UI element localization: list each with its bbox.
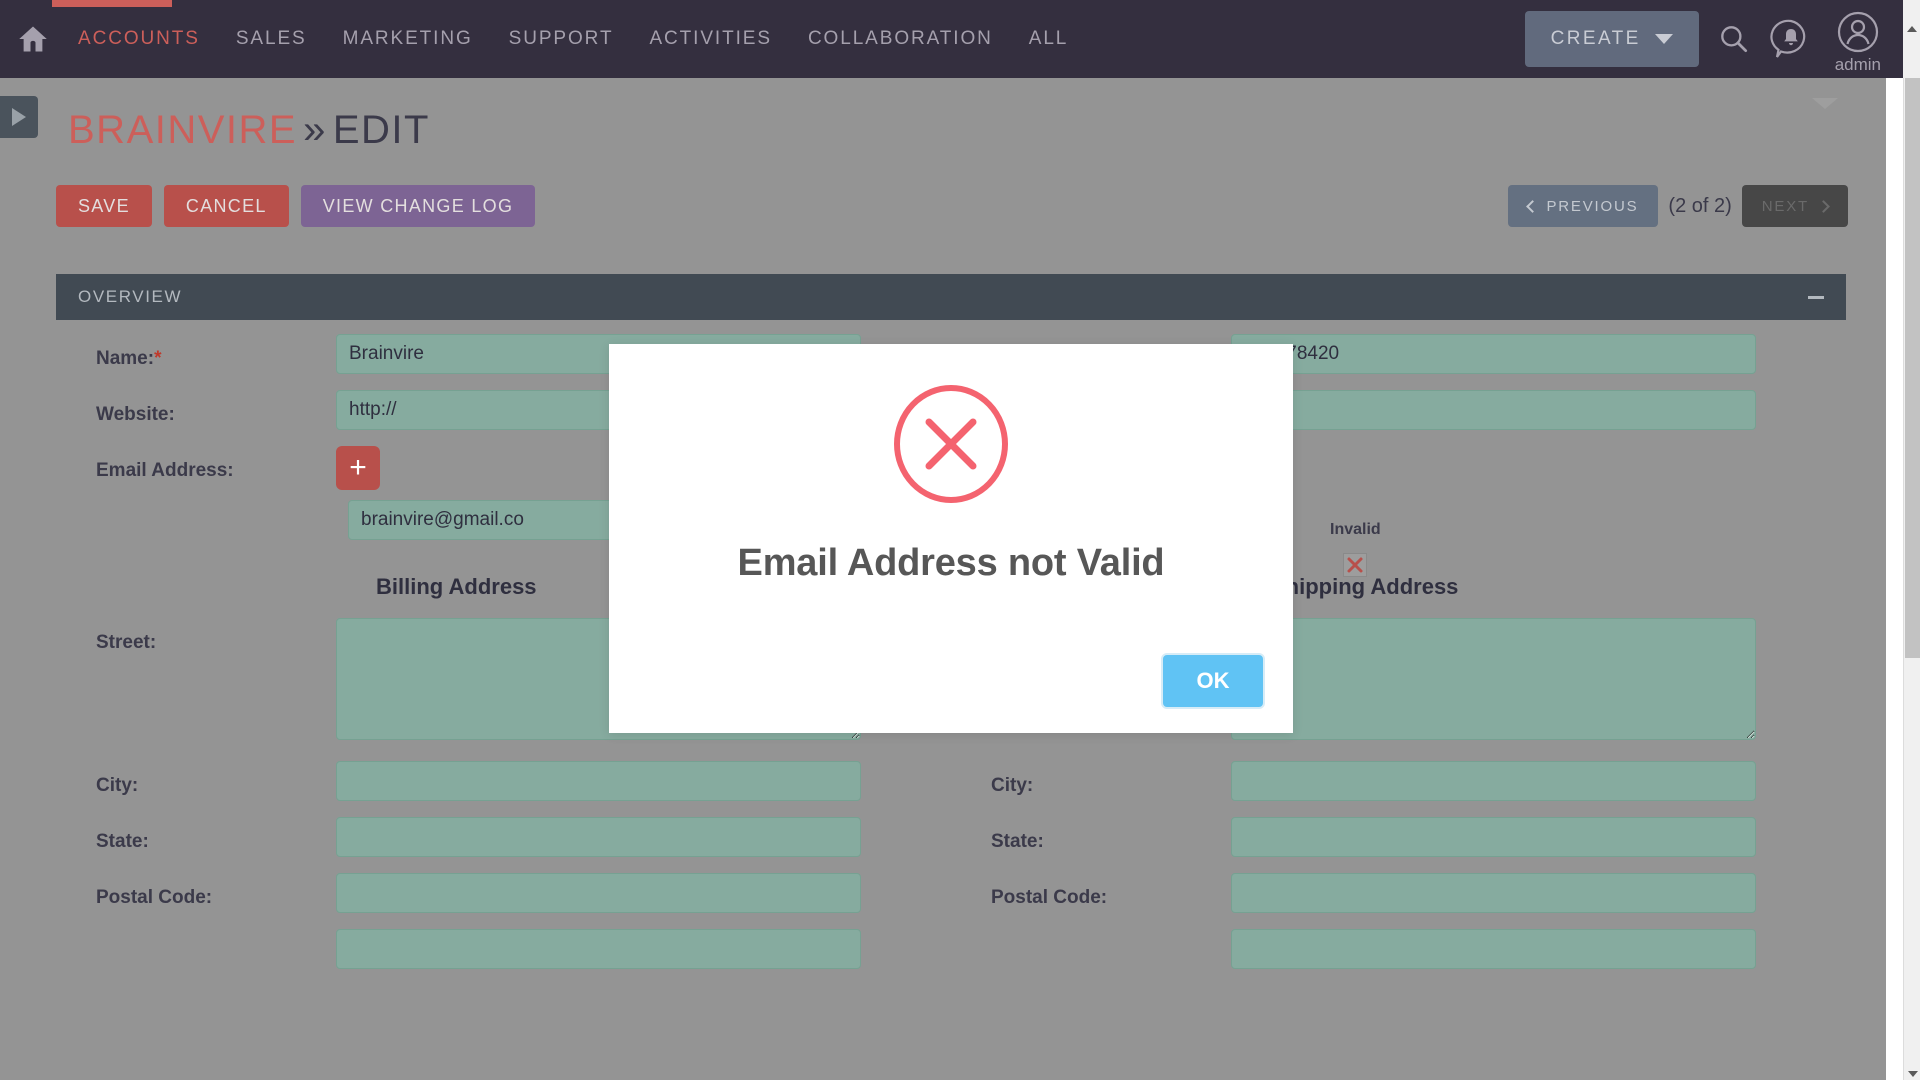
billing-street-label: Street: [96,632,157,653]
shipping-city-input[interactable] [1231,761,1756,801]
record-pager: PREVIOUS (2 of 2) NEXT [1507,185,1848,227]
email-invalid-indicator: Invalid [1330,521,1381,577]
notification-bell-icon[interactable] [1769,17,1813,61]
previous-label: PREVIOUS [1546,197,1639,215]
modal-title: Email Address not Valid [737,542,1165,584]
shipping-extra-label [951,929,1231,969]
ok-button[interactable]: OK [1161,653,1265,709]
navbar-right-cluster: CREATE admin [1524,0,1881,78]
breadcrumb: BRAINVIRE» EDIT [68,108,430,153]
page-title: OVERVIEW [78,287,183,306]
create-button[interactable]: CREATE [1524,11,1699,67]
red-x-icon[interactable] [1343,553,1368,577]
overview-panel: OVERVIEW [56,274,1846,320]
shipping-postal-label: Postal Code: [991,887,1108,908]
minus-icon[interactable] [1808,295,1824,299]
form-field-billing-postal: Postal Code: [56,873,951,913]
breadcrumb-separator: » [303,108,327,152]
form-field-shipping-state: State: [951,817,1846,857]
expand-sidebar-triangle-icon[interactable] [0,96,38,138]
scrollbar-thumb[interactable] [1905,78,1920,658]
chevron-left-icon [1525,199,1539,213]
form-field-billing-city: City: [56,761,951,801]
form-row-next-partial [56,929,1846,969]
nav-link-support[interactable]: SUPPORT [491,28,632,50]
phone-input[interactable] [1231,334,1756,374]
form-field-shipping-extra [951,929,1846,969]
form-row-city: City: City: [56,761,1846,801]
nav-link-sales[interactable]: SALES [218,28,325,50]
user-name-label: admin [1834,54,1881,74]
shipping-state-input[interactable] [1231,817,1756,857]
triangle-right-glyph [12,108,26,126]
add-email-button[interactable]: + [336,446,380,490]
modal-actions: OK [1161,653,1265,709]
shipping-postal-input[interactable] [1231,873,1756,913]
create-button-label: CREATE [1550,28,1641,49]
pager-count: (2 of 2) [1668,194,1732,217]
required-marker: * [154,348,162,369]
nav-links: ACCOUNTS SALES MARKETING SUPPORT ACTIVIT… [60,28,1086,50]
nav-link-accounts[interactable]: ACCOUNTS [60,28,218,50]
shipping-extra-input[interactable] [1231,929,1756,969]
top-navbar: ACCOUNTS SALES MARKETING SUPPORT ACTIVIT… [0,0,1903,78]
nav-link-all[interactable]: ALL [1011,28,1087,50]
home-icon[interactable] [12,24,54,54]
email-invalid-modal: Email Address not Valid OK [609,344,1293,733]
billing-extra-label [56,929,336,969]
view-change-log-button[interactable]: VIEW CHANGE LOG [300,185,536,227]
billing-city-input[interactable] [336,761,861,801]
avatar[interactable]: admin [1835,10,1881,75]
search-icon[interactable] [1717,22,1751,56]
website-right-input[interactable] [1231,390,1756,430]
form-field-billing-state: State: [56,817,951,857]
app-root: ACCOUNTS SALES MARKETING SUPPORT ACTIVIT… [0,0,1920,1080]
billing-state-input[interactable] [336,817,861,857]
chevron-right-icon [1817,199,1830,213]
action-button-group: SAVE CANCEL VIEW CHANGE LOG [56,185,536,227]
name-label: Name:* [56,334,336,374]
next-record-button[interactable]: NEXT [1741,185,1848,227]
chevron-up-icon [1907,26,1917,32]
breadcrumb-action: EDIT [332,108,430,152]
active-module-indicator [52,0,172,7]
name-label-text: Name: [96,348,155,369]
cancel-button[interactable]: CANCEL [163,185,289,227]
next-label: NEXT [1761,197,1809,215]
form-field-billing-extra [56,929,951,969]
nav-link-activities[interactable]: ACTIVITIES [631,28,789,50]
form-row-postal: Postal Code: Postal Code: [56,873,1846,913]
billing-extra-input[interactable] [336,929,861,969]
error-circle-x-icon [889,382,1013,506]
billing-postal-label: Postal Code: [96,887,213,908]
chevron-down-icon[interactable] [1908,1071,1918,1077]
nav-link-marketing[interactable]: MARKETING [325,28,491,50]
overview-panel-header[interactable]: OVERVIEW [56,274,1846,320]
user-avatar-icon [1837,11,1878,52]
form-row-state: State: State: [56,817,1846,857]
shipping-city-label: City: [991,775,1034,796]
breadcrumb-module[interactable]: BRAINVIRE [68,108,297,152]
save-button[interactable]: SAVE [56,185,152,227]
form-field-shipping-postal: Postal Code: [951,873,1846,913]
invalid-label: Invalid [1330,521,1381,538]
chevron-down-icon[interactable] [1812,98,1838,109]
billing-postal-input[interactable] [336,873,861,913]
billing-city-label: City: [96,775,139,796]
vertical-scrollbar[interactable] [1903,78,1920,1080]
billing-state-label: State: [96,831,149,852]
website-label: Website: [96,404,175,425]
email-label: Email Address: [96,460,234,481]
scrollbar-up-cap[interactable] [1903,0,1920,78]
shipping-state-label: State: [991,831,1044,852]
shipping-street-input[interactable] [1231,618,1756,740]
form-field-shipping-city: City: [951,761,1846,801]
previous-record-button[interactable]: PREVIOUS [1507,185,1659,227]
nav-link-collaboration[interactable]: COLLABORATION [790,28,1011,50]
chevron-down-icon [1654,34,1673,44]
